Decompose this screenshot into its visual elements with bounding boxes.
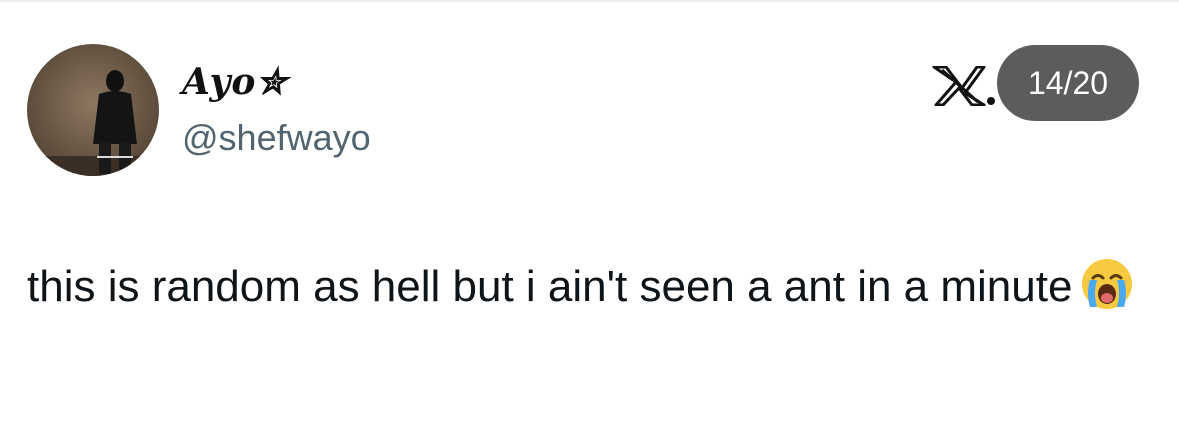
display-name[interactable]: Ayo✮ [182, 60, 288, 104]
loudly-crying-face-icon [1080, 257, 1134, 311]
tweet-text: this is random as hell but i ain't seen … [27, 262, 1073, 311]
thread-counter-badge: 14/20 [997, 45, 1139, 121]
top-divider [0, 0, 1179, 2]
user-handle[interactable]: @shefwayo [182, 116, 371, 160]
avatar-image [27, 44, 159, 176]
x-logo-icon [932, 66, 998, 106]
avatar[interactable] [27, 44, 159, 176]
tweet-body: this is random as hell but i ain't seen … [27, 256, 1147, 318]
